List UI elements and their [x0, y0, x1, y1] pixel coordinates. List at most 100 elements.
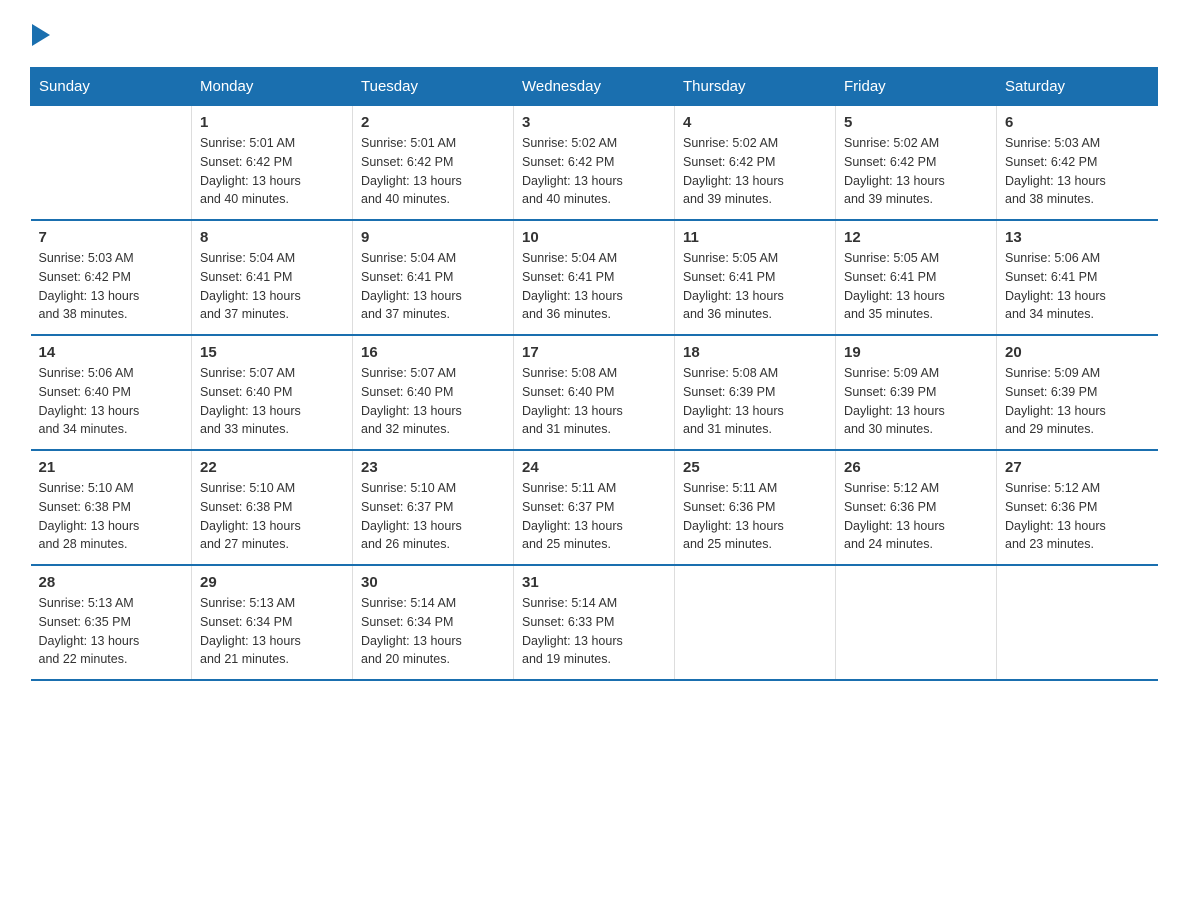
calendar-day-cell: 21 Sunrise: 5:10 AM Sunset: 6:38 PM Dayli… — [31, 450, 192, 565]
calendar-day-cell: 28 Sunrise: 5:13 AM Sunset: 6:35 PM Dayli… — [31, 565, 192, 680]
calendar-table: SundayMondayTuesdayWednesdayThursdayFrid… — [30, 67, 1158, 681]
day-info: Sunrise: 5:08 AM Sunset: 6:39 PM Dayligh… — [683, 364, 827, 439]
day-number: 12 — [844, 229, 988, 246]
day-info: Sunrise: 5:06 AM Sunset: 6:40 PM Dayligh… — [39, 364, 184, 439]
weekday-header-friday: Friday — [836, 68, 997, 106]
day-info: Sunrise: 5:11 AM Sunset: 6:36 PM Dayligh… — [683, 479, 827, 554]
calendar-day-cell: 2 Sunrise: 5:01 AM Sunset: 6:42 PM Daylig… — [353, 106, 514, 221]
day-number: 18 — [683, 344, 827, 361]
day-info: Sunrise: 5:02 AM Sunset: 6:42 PM Dayligh… — [522, 134, 666, 209]
day-number: 2 — [361, 114, 505, 131]
day-info: Sunrise: 5:14 AM Sunset: 6:33 PM Dayligh… — [522, 594, 666, 669]
day-info: Sunrise: 5:07 AM Sunset: 6:40 PM Dayligh… — [200, 364, 344, 439]
calendar-header-row: SundayMondayTuesdayWednesdayThursdayFrid… — [31, 68, 1158, 106]
calendar-day-cell: 11Sunrise: 5:05 AM Sunset: 6:41 PM Dayli… — [675, 220, 836, 335]
calendar-day-cell: 17Sunrise: 5:08 AM Sunset: 6:40 PM Dayli… — [514, 335, 675, 450]
day-info: Sunrise: 5:05 AM Sunset: 6:41 PM Dayligh… — [844, 249, 988, 324]
day-number: 7 — [39, 229, 184, 246]
logo — [30, 20, 50, 47]
day-info: Sunrise: 5:02 AM Sunset: 6:42 PM Dayligh… — [844, 134, 988, 209]
day-number: 6 — [1005, 114, 1150, 131]
day-info: Sunrise: 5:14 AM Sunset: 6:34 PM Dayligh… — [361, 594, 505, 669]
day-number: 21 — [39, 459, 184, 476]
calendar-week-row: 14 Sunrise: 5:06 AM Sunset: 6:40 PM Dayli… — [31, 335, 1158, 450]
day-number: 24 — [522, 459, 666, 476]
calendar-day-cell: 18 Sunrise: 5:08 AM Sunset: 6:39 PM Dayli… — [675, 335, 836, 450]
calendar-week-row: 21 Sunrise: 5:10 AM Sunset: 6:38 PM Dayli… — [31, 450, 1158, 565]
calendar-day-cell: 10 Sunrise: 5:04 AM Sunset: 6:41 PM Dayli… — [514, 220, 675, 335]
weekday-header-monday: Monday — [192, 68, 353, 106]
calendar-day-cell: 13Sunrise: 5:06 AM Sunset: 6:41 PM Dayli… — [997, 220, 1158, 335]
day-info: Sunrise: 5:04 AM Sunset: 6:41 PM Dayligh… — [522, 249, 666, 324]
calendar-day-cell: 24Sunrise: 5:11 AM Sunset: 6:37 PM Dayli… — [514, 450, 675, 565]
calendar-empty-cell — [31, 106, 192, 221]
calendar-day-cell: 26Sunrise: 5:12 AM Sunset: 6:36 PM Dayli… — [836, 450, 997, 565]
day-number: 28 — [39, 574, 184, 591]
day-number: 9 — [361, 229, 505, 246]
day-number: 25 — [683, 459, 827, 476]
day-number: 30 — [361, 574, 505, 591]
calendar-day-cell: 27 Sunrise: 5:12 AM Sunset: 6:36 PM Dayli… — [997, 450, 1158, 565]
calendar-day-cell: 14 Sunrise: 5:06 AM Sunset: 6:40 PM Dayli… — [31, 335, 192, 450]
page-header — [30, 20, 1158, 47]
calendar-day-cell: 15 Sunrise: 5:07 AM Sunset: 6:40 PM Dayli… — [192, 335, 353, 450]
day-number: 14 — [39, 344, 184, 361]
day-number: 29 — [200, 574, 344, 591]
day-number: 23 — [361, 459, 505, 476]
calendar-week-row: 1 Sunrise: 5:01 AM Sunset: 6:42 PM Daylig… — [31, 106, 1158, 221]
calendar-week-row: 28 Sunrise: 5:13 AM Sunset: 6:35 PM Dayli… — [31, 565, 1158, 680]
day-info: Sunrise: 5:01 AM Sunset: 6:42 PM Dayligh… — [361, 134, 505, 209]
day-info: Sunrise: 5:04 AM Sunset: 6:41 PM Dayligh… — [361, 249, 505, 324]
calendar-day-cell: 22 Sunrise: 5:10 AM Sunset: 6:38 PM Dayli… — [192, 450, 353, 565]
day-number: 15 — [200, 344, 344, 361]
day-number: 4 — [683, 114, 827, 131]
day-info: Sunrise: 5:01 AM Sunset: 6:42 PM Dayligh… — [200, 134, 344, 209]
calendar-empty-cell — [836, 565, 997, 680]
calendar-day-cell: 23Sunrise: 5:10 AM Sunset: 6:37 PM Dayli… — [353, 450, 514, 565]
day-info: Sunrise: 5:13 AM Sunset: 6:34 PM Dayligh… — [200, 594, 344, 669]
calendar-day-cell: 31 Sunrise: 5:14 AM Sunset: 6:33 PM Dayli… — [514, 565, 675, 680]
calendar-day-cell: 20Sunrise: 5:09 AM Sunset: 6:39 PM Dayli… — [997, 335, 1158, 450]
day-number: 16 — [361, 344, 505, 361]
calendar-day-cell: 9 Sunrise: 5:04 AM Sunset: 6:41 PM Daylig… — [353, 220, 514, 335]
calendar-day-cell: 25 Sunrise: 5:11 AM Sunset: 6:36 PM Dayli… — [675, 450, 836, 565]
day-info: Sunrise: 5:09 AM Sunset: 6:39 PM Dayligh… — [844, 364, 988, 439]
day-info: Sunrise: 5:02 AM Sunset: 6:42 PM Dayligh… — [683, 134, 827, 209]
day-number: 17 — [522, 344, 666, 361]
calendar-day-cell: 4 Sunrise: 5:02 AM Sunset: 6:42 PM Daylig… — [675, 106, 836, 221]
logo-arrow-icon — [32, 24, 50, 51]
day-info: Sunrise: 5:13 AM Sunset: 6:35 PM Dayligh… — [39, 594, 184, 669]
day-number: 3 — [522, 114, 666, 131]
calendar-day-cell: 30 Sunrise: 5:14 AM Sunset: 6:34 PM Dayli… — [353, 565, 514, 680]
day-number: 27 — [1005, 459, 1150, 476]
calendar-day-cell: 7 Sunrise: 5:03 AM Sunset: 6:42 PM Daylig… — [31, 220, 192, 335]
day-info: Sunrise: 5:05 AM Sunset: 6:41 PM Dayligh… — [683, 249, 827, 324]
day-info: Sunrise: 5:03 AM Sunset: 6:42 PM Dayligh… — [1005, 134, 1150, 209]
weekday-header-wednesday: Wednesday — [514, 68, 675, 106]
day-number: 1 — [200, 114, 344, 131]
calendar-day-cell: 29 Sunrise: 5:13 AM Sunset: 6:34 PM Dayli… — [192, 565, 353, 680]
day-info: Sunrise: 5:07 AM Sunset: 6:40 PM Dayligh… — [361, 364, 505, 439]
day-number: 22 — [200, 459, 344, 476]
calendar-day-cell: 12 Sunrise: 5:05 AM Sunset: 6:41 PM Dayli… — [836, 220, 997, 335]
weekday-header-tuesday: Tuesday — [353, 68, 514, 106]
day-info: Sunrise: 5:10 AM Sunset: 6:38 PM Dayligh… — [200, 479, 344, 554]
calendar-day-cell: 19 Sunrise: 5:09 AM Sunset: 6:39 PM Dayli… — [836, 335, 997, 450]
calendar-week-row: 7 Sunrise: 5:03 AM Sunset: 6:42 PM Daylig… — [31, 220, 1158, 335]
day-number: 20 — [1005, 344, 1150, 361]
day-number: 13 — [1005, 229, 1150, 246]
calendar-day-cell: 5 Sunrise: 5:02 AM Sunset: 6:42 PM Daylig… — [836, 106, 997, 221]
day-number: 31 — [522, 574, 666, 591]
day-info: Sunrise: 5:04 AM Sunset: 6:41 PM Dayligh… — [200, 249, 344, 324]
day-info: Sunrise: 5:12 AM Sunset: 6:36 PM Dayligh… — [844, 479, 988, 554]
day-number: 10 — [522, 229, 666, 246]
calendar-empty-cell — [997, 565, 1158, 680]
calendar-day-cell: 1 Sunrise: 5:01 AM Sunset: 6:42 PM Daylig… — [192, 106, 353, 221]
day-number: 5 — [844, 114, 988, 131]
day-info: Sunrise: 5:12 AM Sunset: 6:36 PM Dayligh… — [1005, 479, 1150, 554]
weekday-header-thursday: Thursday — [675, 68, 836, 106]
day-info: Sunrise: 5:10 AM Sunset: 6:38 PM Dayligh… — [39, 479, 184, 554]
day-number: 19 — [844, 344, 988, 361]
day-number: 8 — [200, 229, 344, 246]
day-info: Sunrise: 5:03 AM Sunset: 6:42 PM Dayligh… — [39, 249, 184, 324]
